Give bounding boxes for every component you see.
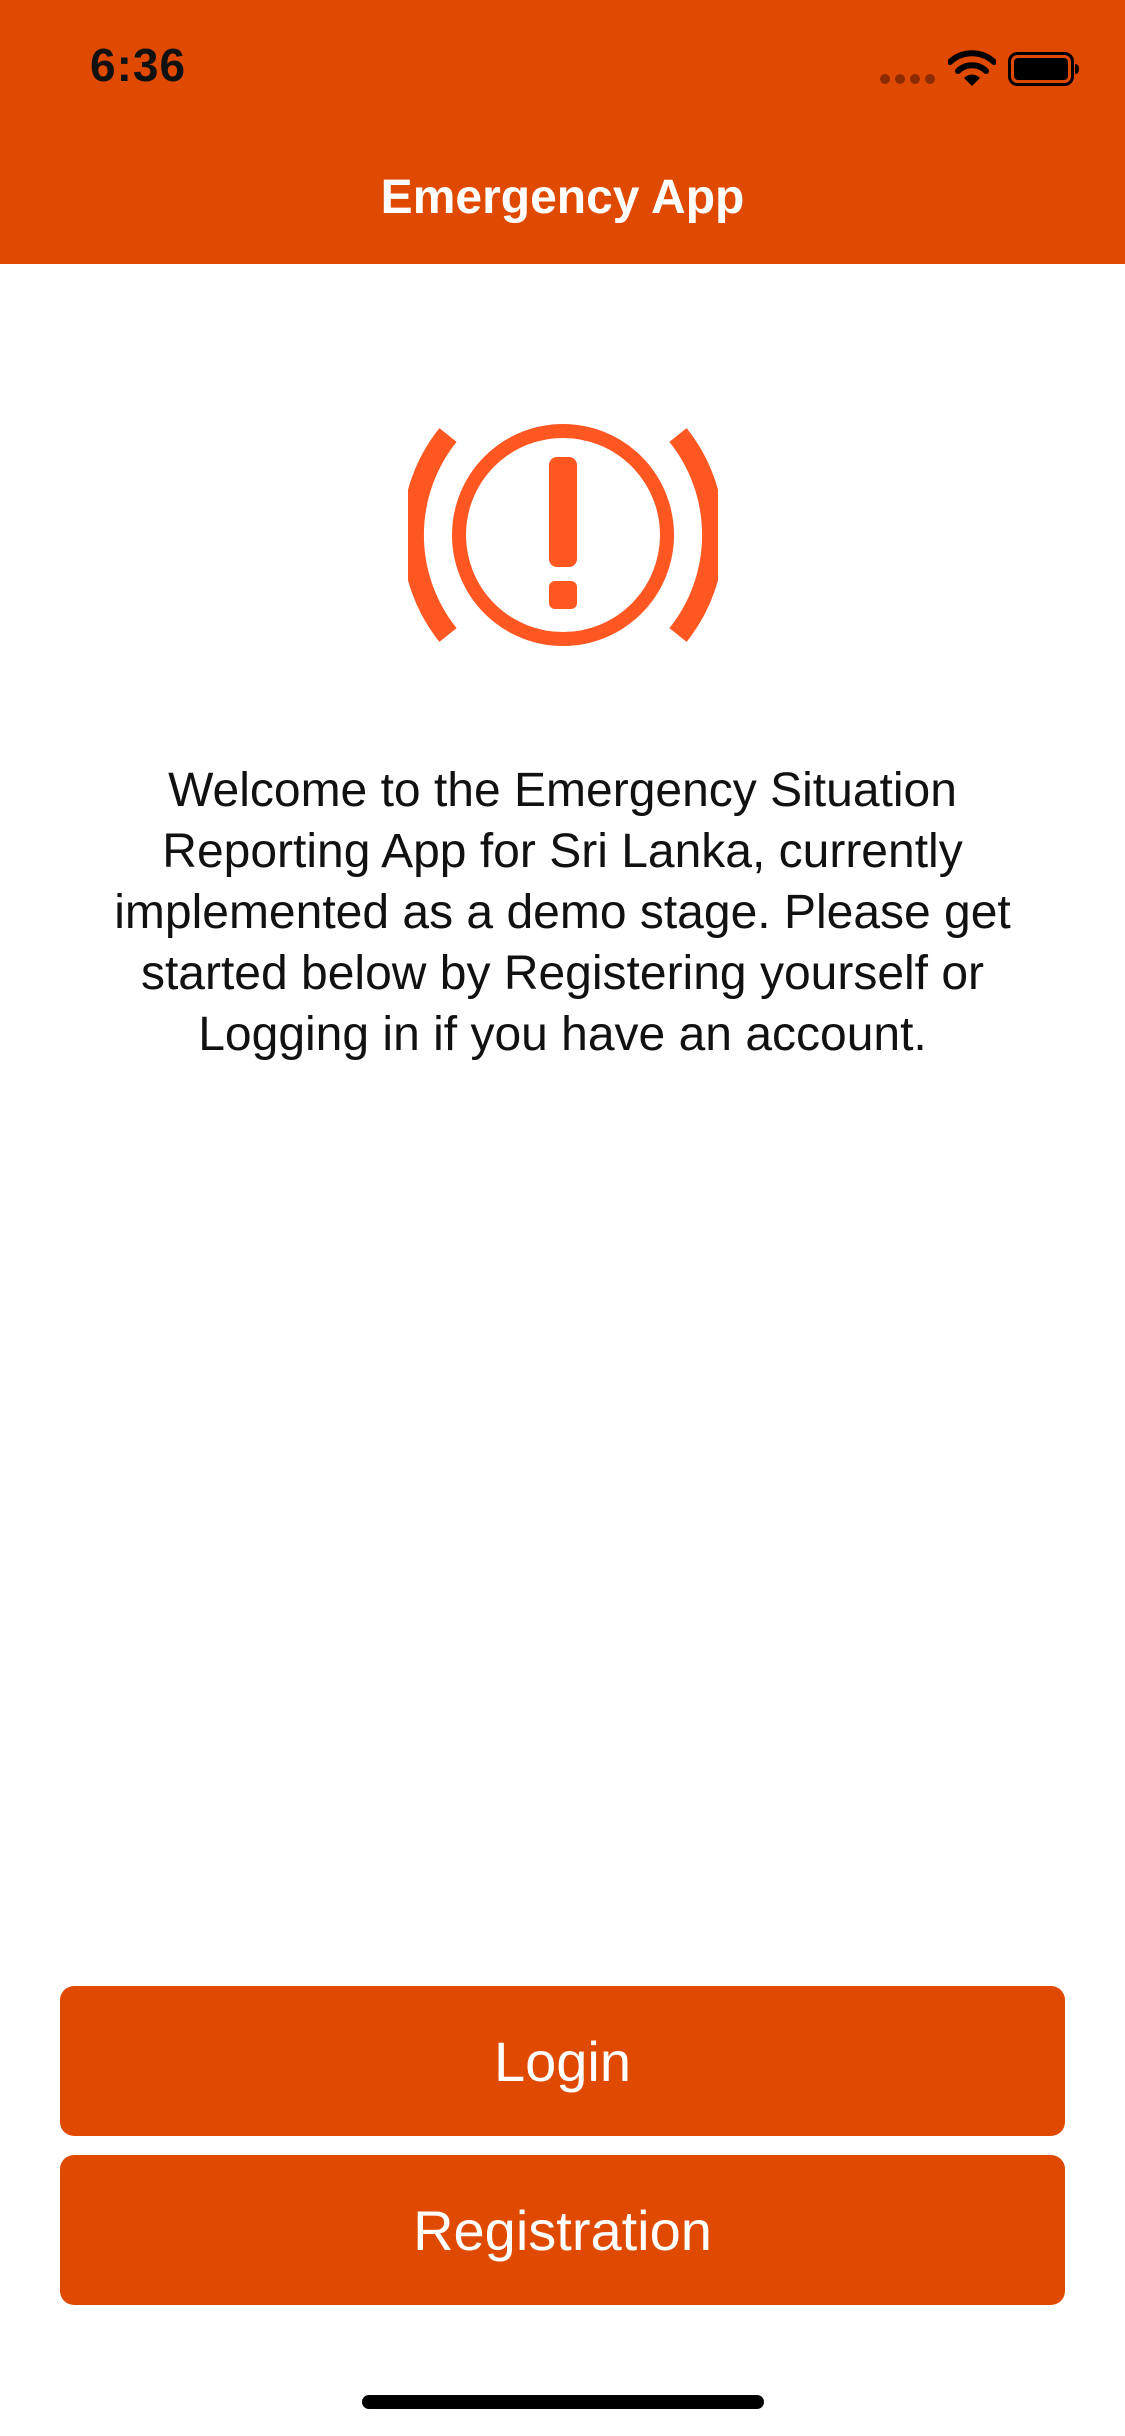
- signal-dots-icon: [880, 74, 936, 84]
- battery-icon: [1008, 52, 1079, 86]
- registration-button[interactable]: Registration: [60, 2155, 1065, 2305]
- app-header: 6:36 Emergency App: [0, 0, 1125, 264]
- login-button[interactable]: Login: [60, 1986, 1065, 2136]
- alert-icon: [408, 424, 718, 646]
- page-title: Emergency App: [380, 171, 745, 224]
- home-indicator[interactable]: [362, 2395, 764, 2409]
- wifi-icon: [948, 50, 996, 86]
- status-bar-time: 6:36: [90, 39, 187, 91]
- welcome-message: Welcome to the Emergency Situation Repor…: [114, 764, 1011, 1061]
